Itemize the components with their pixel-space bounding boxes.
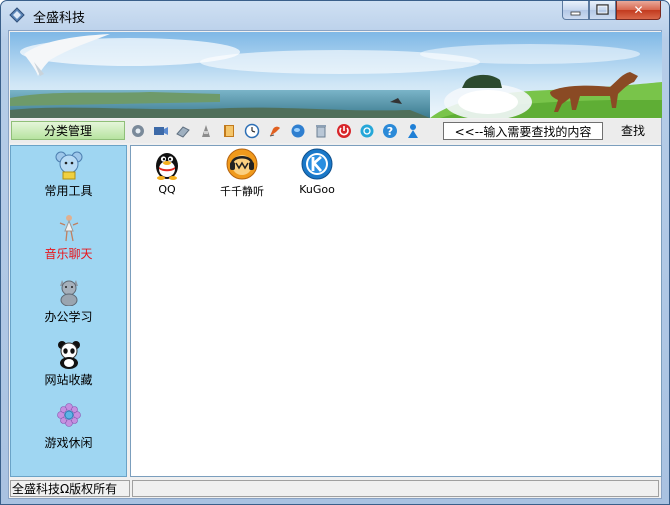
minimize-icon — [570, 11, 581, 16]
search-input[interactable] — [443, 122, 603, 140]
app-label: QQ — [158, 183, 176, 196]
sidebar-item-music-chat[interactable]: 音乐聊天 — [11, 211, 126, 271]
power-icon[interactable] — [336, 123, 352, 139]
maximize-button[interactable] — [589, 1, 616, 20]
banner-image — [10, 32, 662, 118]
sidebar-item-common-tools[interactable]: 常用工具 — [11, 148, 126, 208]
gear-icon[interactable] — [130, 123, 146, 139]
category-header: 分类管理 — [11, 121, 125, 140]
dancer-icon — [59, 215, 79, 242]
sidebar-item-label: 办公学习 — [44, 310, 93, 324]
sidebar-item-website-favorites[interactable]: 网站收藏 — [11, 337, 126, 397]
maximize-icon — [596, 4, 609, 15]
cat-icon — [60, 280, 78, 306]
person-icon[interactable] — [405, 123, 421, 139]
flower-icon — [57, 403, 81, 427]
window-title: 全盛科技 — [33, 11, 86, 26]
sidebar-item-label: 游戏休闲 — [44, 436, 93, 450]
minimize-button[interactable] — [562, 1, 589, 20]
panda-icon — [58, 341, 80, 369]
app-item-ttplayer[interactable]: 千千静听 — [212, 148, 272, 198]
sidebar-item-label: 常用工具 — [44, 184, 93, 198]
kugoo-icon — [301, 148, 333, 180]
sidebar-item-label: 音乐聊天 — [44, 247, 93, 261]
close-button[interactable]: ✕ — [616, 1, 661, 20]
sidebar-item-office-study[interactable]: 办公学习 — [11, 274, 126, 334]
status-bar: 全盛科技Ω版权所有 — [9, 479, 661, 498]
app-list-panel: QQ 千千静听 KuGoo — [130, 145, 662, 477]
toolbar: 分类管理 ? 查找 — [9, 119, 661, 143]
app-diamond-icon — [9, 7, 25, 23]
eraser-icon[interactable] — [175, 123, 191, 139]
camera-icon[interactable] — [153, 123, 169, 139]
trash-icon[interactable] — [313, 123, 329, 139]
search-button[interactable]: 查找 — [613, 122, 653, 140]
app-label: 千千静听 — [220, 185, 264, 198]
clock-icon[interactable] — [244, 123, 260, 139]
app-item-kugoo[interactable]: KuGoo — [287, 148, 347, 198]
client-area: 分类管理 ? 查找 常用工 — [8, 30, 662, 499]
sidebar-item-label: 网站收藏 — [44, 373, 93, 387]
pen-icon[interactable] — [267, 123, 283, 139]
cleaner-icon[interactable] — [198, 123, 214, 139]
book-icon[interactable] — [221, 123, 237, 139]
close-icon: ✕ — [633, 3, 644, 17]
network-icon[interactable] — [359, 123, 375, 139]
category-sidebar: 常用工具 音乐聊天 办公学习 网站收藏 游戏休闲 — [10, 145, 127, 477]
ttplayer-icon — [226, 148, 258, 180]
app-label: KuGoo — [299, 183, 335, 196]
sidebar-item-games-leisure[interactable]: 游戏休闲 — [11, 400, 126, 460]
main-window: 全盛科技 ✕ 分类管理 ? <<--输入需要查找的内容 查找 常用工具 音乐聊天… — [0, 0, 670, 505]
title-bar[interactable]: 全盛科技 ✕ — [1, 1, 669, 29]
mouse-character-icon — [55, 151, 83, 180]
svg-text:?: ? — [387, 125, 393, 138]
status-copyright: 全盛科技Ω版权所有 — [10, 480, 130, 497]
qq-penguin-icon — [156, 153, 178, 180]
status-panel — [132, 480, 659, 497]
app-item-qq[interactable]: QQ — [137, 148, 197, 198]
globe-icon[interactable] — [290, 123, 306, 139]
help-icon[interactable]: ? — [382, 123, 398, 139]
